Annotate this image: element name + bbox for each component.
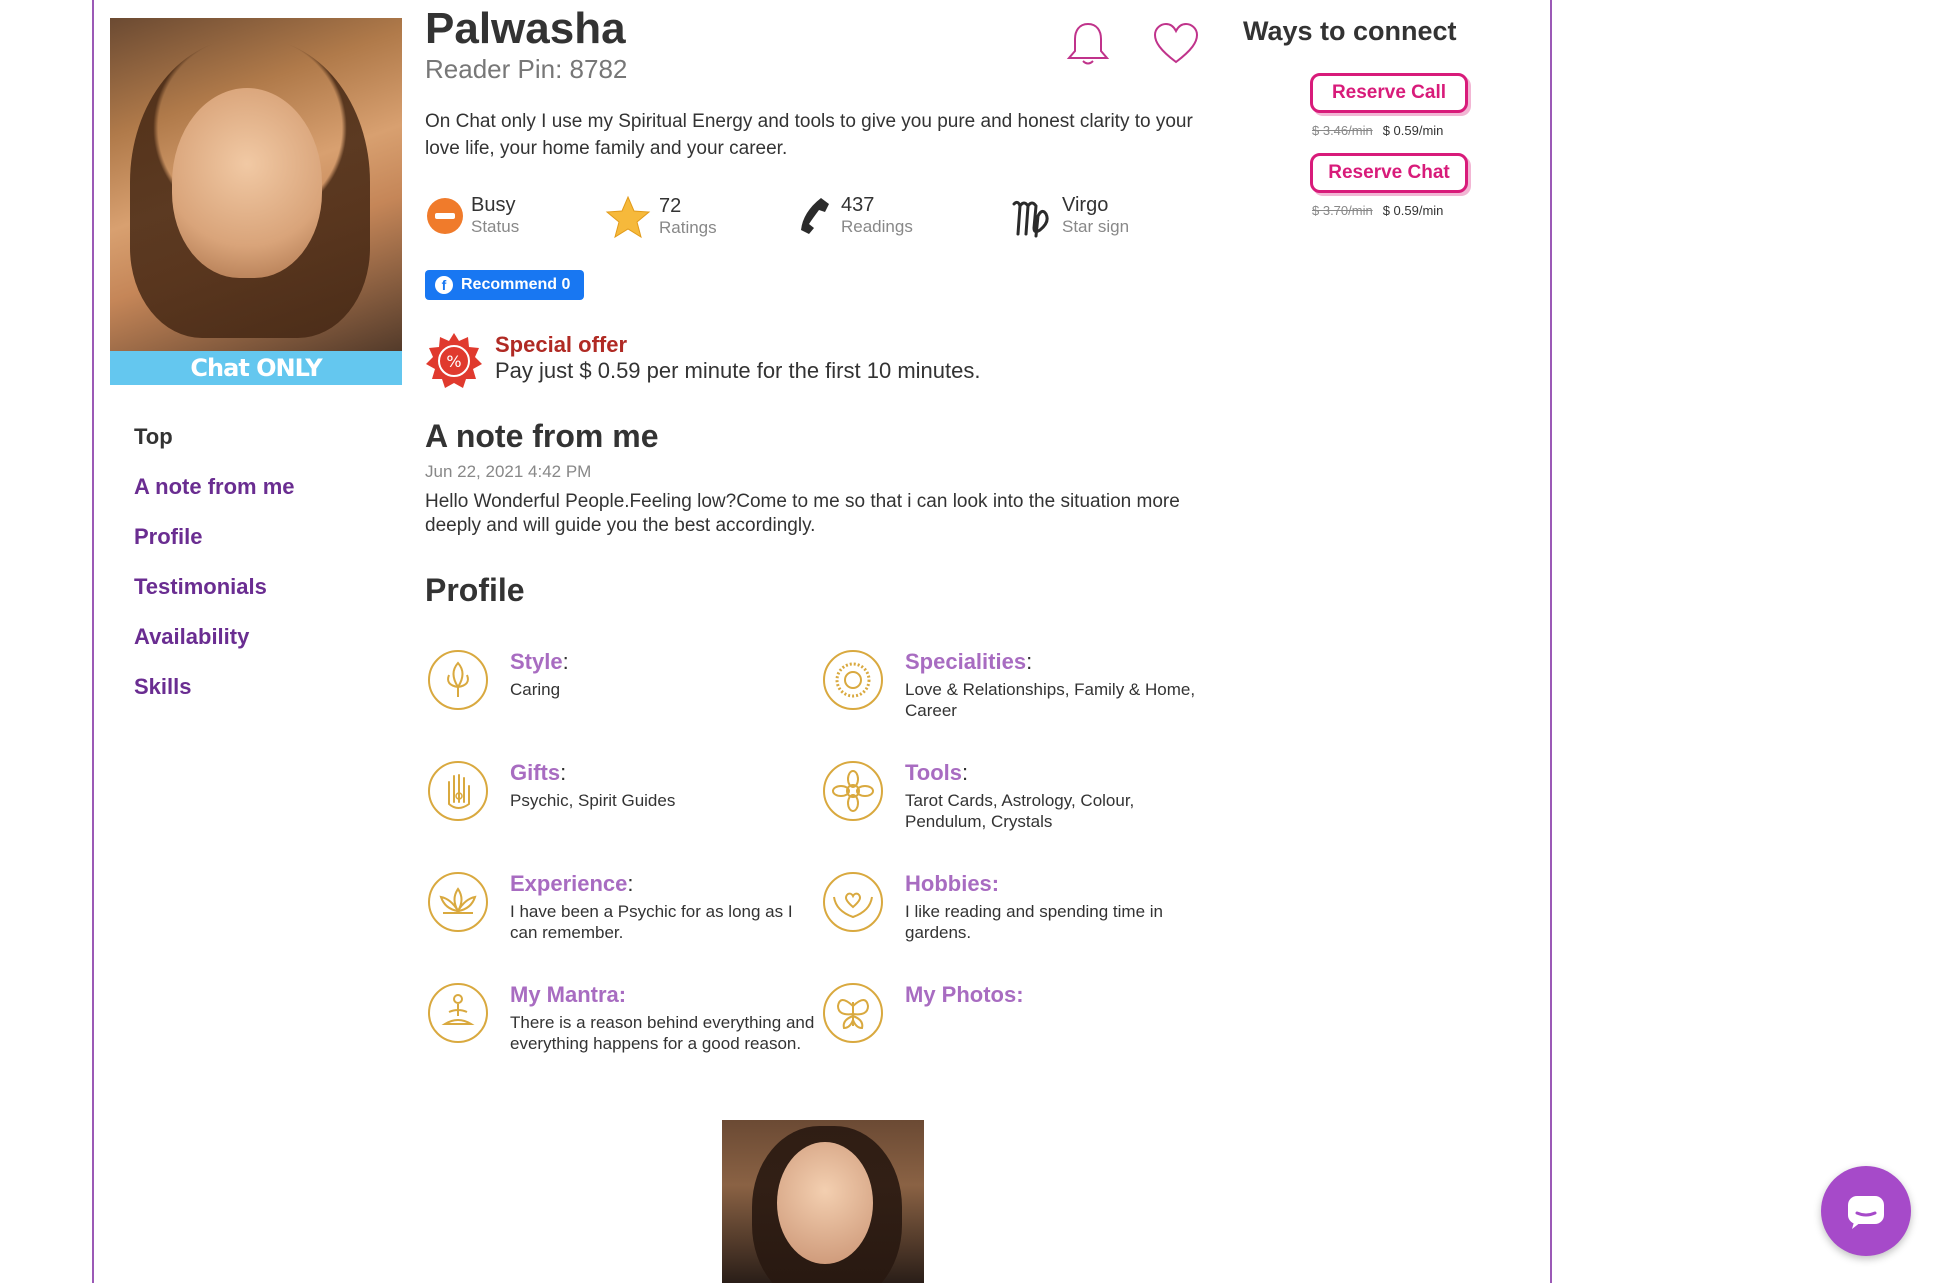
hands-heart-icon	[823, 872, 883, 932]
note-text: Hello Wonderful People.Feeling low?Come …	[425, 491, 1180, 536]
virgo-icon	[1012, 200, 1049, 238]
call-new-price: $ 0.59/min	[1382, 123, 1444, 138]
offer-title: Special offer	[495, 332, 628, 357]
sun-mandala-icon	[823, 650, 883, 710]
reader-name: Palwasha	[425, 4, 626, 53]
flower-mandala-icon	[823, 761, 883, 821]
stat-readings: 437 Readings	[797, 194, 913, 238]
heart-icon[interactable]	[1152, 22, 1200, 66]
chat-launcher-button[interactable]	[1821, 1166, 1911, 1256]
stat-ratings: 72 Ratings	[605, 194, 717, 240]
busy-icon	[427, 198, 463, 234]
note-date: Jun 22, 2021 4:42 PM	[425, 462, 592, 481]
bell-icon[interactable]	[1064, 20, 1112, 68]
stat-star-sign: Virgo Star sign	[1010, 194, 1129, 238]
facebook-recommend-button[interactable]: f Recommend 0	[425, 270, 585, 300]
chat-only-badge: Chat ONLY	[110, 351, 402, 385]
reserve-call-button[interactable]: Reserve Call	[1310, 73, 1468, 113]
nav-note[interactable]: A note from me	[134, 474, 295, 524]
chat-bubble-icon	[1848, 1196, 1884, 1229]
reader-intro: On Chat only I use my Spiritual Energy a…	[425, 111, 1193, 159]
nav-profile[interactable]: Profile	[134, 524, 295, 574]
stat-status: Busy Status	[427, 194, 519, 238]
nav-skills[interactable]: Skills	[134, 674, 295, 724]
lotus-bud-icon	[428, 650, 488, 710]
nav-top[interactable]: Top	[134, 424, 295, 474]
reader-photo-thumbnail[interactable]	[722, 1120, 924, 1283]
note-heading: A note from me	[425, 418, 659, 454]
chat-old-price: $ 3.70/min	[1312, 203, 1373, 218]
page-section-nav: Top A note from me Profile Testimonials …	[134, 424, 295, 724]
special-offer-badge-icon: %	[426, 333, 482, 388]
star-icon	[605, 195, 651, 239]
svg-text:%: %	[446, 352, 461, 371]
nav-availability[interactable]: Availability	[134, 624, 295, 674]
reader-avatar: Chat ONLY	[110, 18, 402, 385]
ways-to-connect-heading: Ways to connect	[1243, 16, 1457, 46]
phone-icon	[801, 198, 829, 234]
chat-new-price: $ 0.59/min	[1382, 203, 1444, 218]
reader-pin: Reader Pin: 8782	[425, 54, 628, 84]
call-old-price: $ 3.46/min	[1312, 123, 1373, 138]
nav-testimonials[interactable]: Testimonials	[134, 574, 295, 624]
hamsa-hand-icon	[428, 761, 488, 821]
profile-heading: Profile	[425, 572, 525, 608]
facebook-icon: f	[435, 276, 453, 294]
chat-price: $ 3.70/min $ 0.59/min	[1312, 203, 1443, 218]
offer-description: Pay just $ 0.59 per minute for the first…	[495, 358, 981, 383]
lotus-icon	[428, 872, 488, 932]
reserve-chat-button[interactable]: Reserve Chat	[1310, 153, 1468, 193]
call-price: $ 3.46/min $ 0.59/min	[1312, 123, 1443, 138]
butterfly-icon	[823, 983, 883, 1043]
meditation-icon	[428, 983, 488, 1043]
